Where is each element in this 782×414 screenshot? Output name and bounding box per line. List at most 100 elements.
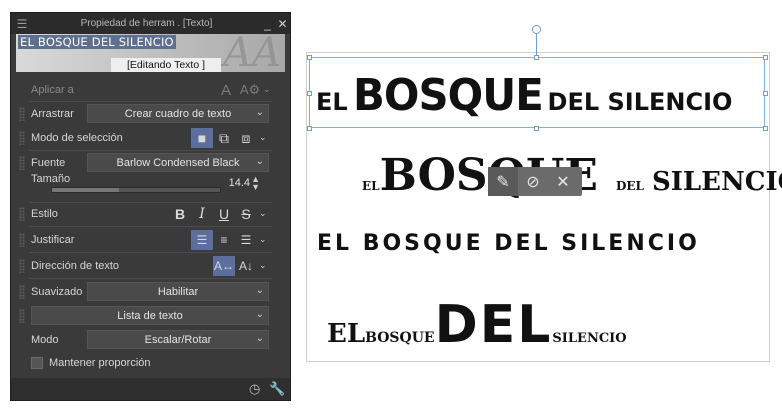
font-dropdown[interactable]: Barlow Condensed Black ⌄ bbox=[87, 153, 269, 172]
preview-text: EL BOSQUE DEL SILENCIO bbox=[18, 35, 176, 49]
text-line-2-part-c: DEL bbox=[615, 179, 644, 193]
justify-label: Justificar bbox=[31, 234, 75, 246]
chevron-down-icon[interactable]: ⌄ bbox=[263, 84, 271, 95]
text-line-4-part-c: DEL bbox=[434, 295, 553, 355]
subtract-selection-icon[interactable]: ⧈ bbox=[235, 128, 257, 148]
tool-property-panel: ☰ Propiedad de herram . [Texto] _ ✕ EL B… bbox=[10, 12, 291, 401]
text-line-4-part-a: EL bbox=[327, 319, 366, 349]
panel-title: Propiedad de herram . [Texto] bbox=[80, 18, 213, 29]
keep-ratio-checkbox[interactable] bbox=[31, 357, 43, 369]
grip-handle[interactable] bbox=[19, 309, 25, 323]
grip-handle[interactable] bbox=[19, 259, 25, 273]
pen-icon[interactable]: ✎ bbox=[488, 167, 518, 196]
align-right-icon[interactable]: ☰ bbox=[235, 230, 257, 250]
resize-handle-b[interactable] bbox=[534, 126, 539, 131]
row-apply-to: Aplicar a A A⚙ ⌄ bbox=[11, 79, 290, 101]
chevron-down-icon[interactable]: ⌄ bbox=[259, 260, 267, 271]
grip-handle[interactable] bbox=[19, 233, 25, 247]
size-slider[interactable] bbox=[51, 187, 221, 193]
apply-to-label: Aplicar a bbox=[31, 84, 74, 96]
font-label: Fuente bbox=[31, 157, 66, 169]
resize-handle-bl[interactable] bbox=[307, 126, 312, 131]
text-list-dropdown[interactable]: Lista de texto ⌄ bbox=[31, 306, 269, 325]
bold-button[interactable]: B bbox=[169, 204, 191, 224]
close-icon[interactable]: ✕ bbox=[275, 17, 290, 31]
resize-handle-t[interactable] bbox=[534, 55, 539, 60]
add-selection-icon[interactable]: ⧉ bbox=[213, 128, 235, 148]
panel-titlebar: ☰ Propiedad de herram . [Texto] _ ✕ bbox=[11, 13, 290, 34]
new-selection-icon[interactable]: ■ bbox=[191, 128, 213, 148]
panel-footer: ◷ 🔧 bbox=[11, 378, 290, 400]
text-line-2-part-a: EL bbox=[362, 179, 380, 193]
vertical-text-icon[interactable]: A↓ bbox=[235, 256, 257, 276]
text-line-1-part-a: EL bbox=[316, 88, 348, 116]
cancel-icon[interactable]: ✕ bbox=[548, 172, 578, 192]
text-line-2-part-d: SILENCIO bbox=[651, 167, 782, 197]
underline-button[interactable]: U bbox=[213, 204, 235, 224]
smoothing-value: Habilitar bbox=[157, 285, 199, 298]
text-layer-icon[interactable]: A bbox=[215, 80, 237, 100]
clock-icon[interactable]: ◷ bbox=[249, 381, 260, 397]
chevron-down-icon[interactable]: ⌄ bbox=[259, 234, 267, 245]
menu-icon[interactable]: ☰ bbox=[11, 17, 33, 31]
resize-handle-l[interactable] bbox=[307, 91, 312, 96]
italic-button[interactable]: I bbox=[191, 204, 213, 224]
preview-decoration: AA bbox=[223, 34, 281, 72]
resize-handle-tr[interactable] bbox=[763, 55, 768, 60]
chevron-down-icon[interactable]: ⌄ bbox=[259, 208, 267, 219]
style-label: Estilo bbox=[31, 208, 58, 220]
row-mode: Modo Escalar/Rotar ⌄ bbox=[11, 329, 290, 351]
smoothing-dropdown[interactable]: Habilitar ⌄ bbox=[87, 282, 269, 301]
rotation-handle[interactable] bbox=[532, 25, 541, 34]
grip-handle[interactable] bbox=[19, 131, 25, 145]
rotation-line bbox=[536, 33, 537, 57]
text-line-1[interactable]: EL BOSQUE DEL SILENCIO bbox=[316, 70, 732, 121]
grip-handle[interactable] bbox=[19, 107, 25, 121]
text-list-value: Lista de texto bbox=[117, 309, 183, 322]
resize-handle-br[interactable] bbox=[763, 126, 768, 131]
confirm-icon[interactable]: ⊘ bbox=[518, 172, 548, 192]
text-line-4[interactable]: EL BOSQUE DEL SILENCIO bbox=[327, 295, 627, 355]
align-center-icon[interactable]: ≡ bbox=[213, 230, 235, 250]
grip-handle[interactable] bbox=[19, 156, 25, 170]
chevron-down-icon: ⌄ bbox=[255, 333, 264, 344]
resize-handle-r[interactable] bbox=[763, 91, 768, 96]
resize-handle-tl[interactable] bbox=[307, 55, 312, 60]
horizontal-text-icon[interactable]: A↔ bbox=[213, 256, 235, 276]
drag-label: Arrastrar bbox=[31, 108, 74, 120]
chevron-down-icon: ⌄ bbox=[255, 107, 264, 118]
direction-label: Dirección de texto bbox=[31, 260, 120, 272]
font-value: Barlow Condensed Black bbox=[116, 156, 240, 169]
text-line-3[interactable]: EL BOSQUE DEL SILENCIO bbox=[317, 231, 700, 256]
align-left-icon[interactable]: ☰ bbox=[191, 230, 213, 250]
row-style: Estilo B I U S ⌄ bbox=[11, 203, 290, 225]
size-spinner-icon[interactable]: ▲ ▼ bbox=[251, 175, 260, 192]
drag-dropdown[interactable]: Crear cuadro de texto ⌄ bbox=[87, 104, 269, 123]
row-size: Tamaño 14.4 ▲ ▼ bbox=[11, 173, 290, 203]
text-line-1-part-c: DEL SILENCIO bbox=[547, 88, 733, 116]
selection-mode-label: Modo de selección bbox=[31, 132, 123, 144]
text-settings-icon[interactable]: A⚙ bbox=[239, 80, 261, 100]
strikethrough-button[interactable]: S bbox=[235, 204, 257, 224]
chevron-down-icon[interactable]: ⌄ bbox=[259, 132, 267, 143]
chevron-down-icon: ⌄ bbox=[255, 309, 264, 320]
text-edit-toolbar: ✎ ⊘ ✕ bbox=[488, 167, 582, 196]
grip-handle[interactable] bbox=[19, 207, 25, 221]
wrench-icon[interactable]: 🔧 bbox=[269, 381, 285, 397]
chevron-down-icon: ⌄ bbox=[255, 156, 264, 167]
row-drag: Arrastrar Crear cuadro de texto ⌄ bbox=[11, 103, 290, 125]
minimize-icon[interactable]: _ bbox=[260, 17, 275, 31]
row-keep-ratio: Mantener proporción bbox=[11, 352, 290, 374]
row-font: Fuente Barlow Condensed Black ⌄ bbox=[11, 152, 290, 174]
row-justify: Justificar ☰ ≡ ☰ ⌄ bbox=[11, 229, 290, 251]
text-line-4-part-d: SILENCIO bbox=[552, 331, 627, 346]
chevron-down-icon: ⌄ bbox=[255, 285, 264, 296]
mode-value: Escalar/Rotar bbox=[144, 333, 212, 346]
grip-handle[interactable] bbox=[19, 285, 25, 299]
drag-value: Crear cuadro de texto bbox=[124, 107, 232, 120]
row-text-direction: Dirección de texto A↔ A↓ ⌄ bbox=[11, 255, 290, 277]
editing-state-label: [Editando Texto ] bbox=[111, 58, 221, 72]
size-value[interactable]: 14.4 bbox=[229, 177, 250, 189]
text-preview: EL BOSQUE DEL SILENCIO AA [Editando Text… bbox=[16, 34, 285, 72]
mode-dropdown[interactable]: Escalar/Rotar ⌄ bbox=[87, 330, 269, 349]
